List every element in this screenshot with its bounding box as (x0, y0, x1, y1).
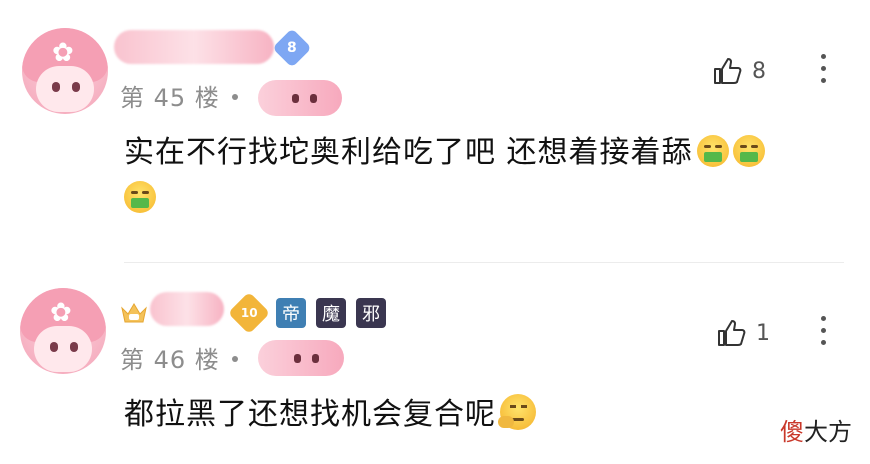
comment-text: 都拉黑了还想找机会复合呢 (124, 392, 824, 438)
watermark: 傻大方 (780, 418, 852, 446)
flower-icon: ✿ (52, 38, 74, 68)
thinking-emoji-icon (498, 394, 536, 430)
replied-user-avatar[interactable] (258, 80, 342, 116)
like-count: 8 (752, 58, 766, 84)
money-mouth-emoji-icon (732, 135, 765, 167)
separator-dot (232, 356, 238, 362)
thumbs-up-icon (718, 320, 746, 346)
replied-user-avatar[interactable] (258, 340, 344, 376)
user-avatar[interactable]: ✿ (22, 28, 108, 114)
separator-dot (232, 94, 238, 100)
level-badge: 10 (227, 291, 271, 335)
flower-icon: ✿ (50, 298, 72, 328)
thumbs-up-icon (714, 58, 742, 84)
floor-number: 第 46 楼 (120, 346, 220, 374)
title-badge: 邪 (356, 298, 386, 328)
user-avatar[interactable]: ✿ (20, 288, 106, 374)
more-button[interactable] (821, 316, 827, 352)
like-button[interactable]: 8 (712, 56, 766, 86)
money-mouth-emoji-icon (124, 181, 156, 213)
comment-text: 实在不行找坨奥利给吃了吧 还想着接着舔 (124, 130, 844, 222)
more-button[interactable] (821, 54, 827, 90)
like-count: 1 (756, 320, 770, 346)
username-blurred[interactable] (114, 30, 274, 64)
floor-number: 第 45 楼 (120, 84, 220, 112)
level-badge: 8 (272, 28, 312, 68)
title-badge: 帝 (276, 298, 306, 328)
divider (124, 262, 844, 263)
money-mouth-emoji-icon (696, 135, 729, 167)
username-blurred[interactable] (150, 292, 224, 326)
crown-icon (120, 300, 148, 324)
title-badge: 魔 (316, 298, 346, 328)
like-button[interactable]: 1 (716, 318, 770, 348)
